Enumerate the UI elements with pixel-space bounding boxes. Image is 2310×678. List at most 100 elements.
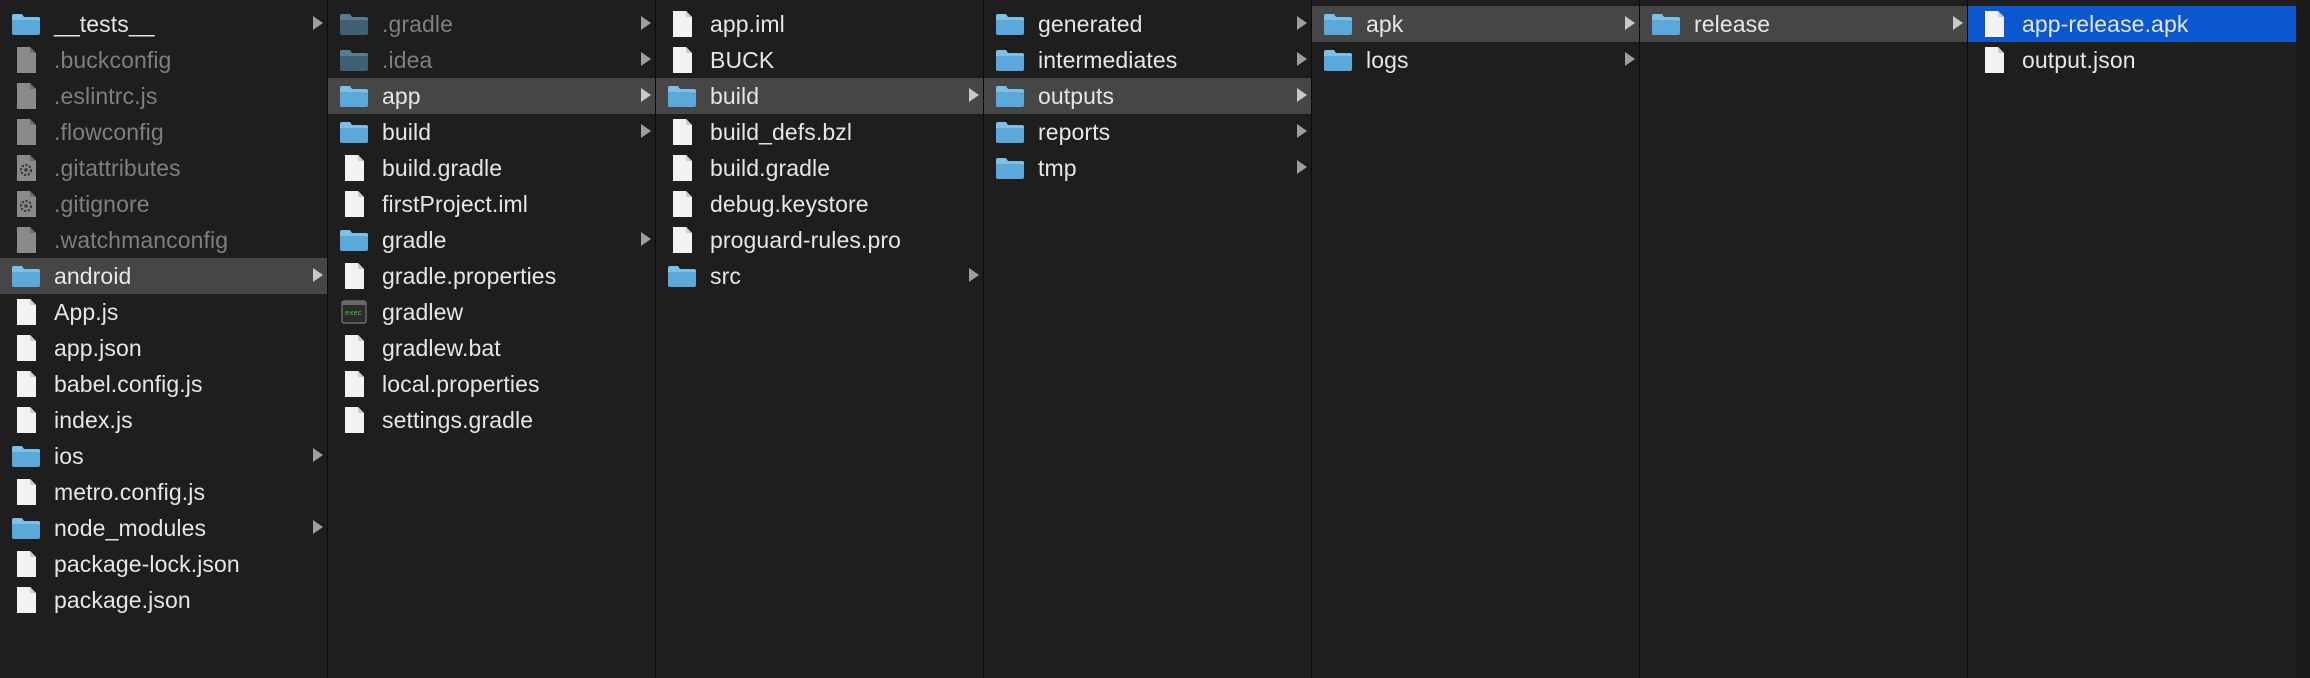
- file-row-app-iml[interactable]: app.iml: [656, 6, 983, 42]
- disclosure-arrow-icon: [313, 16, 323, 30]
- document-icon: [10, 584, 42, 616]
- browser-column-1[interactable]: __tests__ .buckconfig .eslintrc.js .flow…: [0, 0, 328, 678]
- folder-icon: [1650, 8, 1682, 40]
- browser-column-6[interactable]: release: [1640, 0, 1968, 678]
- folder-icon: [10, 440, 42, 472]
- disclosure-arrow-icon: [641, 232, 651, 246]
- file-row-proguard-rules-pro[interactable]: proguard-rules.pro: [656, 222, 983, 258]
- folder-row-ios[interactable]: ios: [0, 438, 327, 474]
- file-row-package-lock-json[interactable]: package-lock.json: [0, 546, 327, 582]
- file-row-index-js[interactable]: index.js: [0, 402, 327, 438]
- file-row-gradlew-bat[interactable]: gradlew.bat: [328, 330, 655, 366]
- file-row-app-js[interactable]: App.js: [0, 294, 327, 330]
- folder-row-gradle[interactable]: gradle: [328, 222, 655, 258]
- folder-row-intermediates[interactable]: intermediates: [984, 42, 1311, 78]
- document-icon: [338, 188, 370, 220]
- file-row-output-json[interactable]: output.json: [1968, 42, 2310, 78]
- file-row-gradlew[interactable]: exec gradlew: [328, 294, 655, 330]
- item-name: App.js: [54, 298, 119, 325]
- folder-icon: [338, 8, 370, 40]
- folder-icon: [1322, 8, 1354, 40]
- browser-column-7[interactable]: app-release.apk output.json: [1968, 0, 2310, 678]
- file-row-build-gradle[interactable]: build.gradle: [656, 150, 983, 186]
- folder-row-gradle[interactable]: .gradle: [328, 6, 655, 42]
- folder-row-src[interactable]: src: [656, 258, 983, 294]
- document-icon: [338, 260, 370, 292]
- item-name: .buckconfig: [54, 46, 172, 73]
- document-icon: [1978, 8, 2010, 40]
- item-name: build.gradle: [382, 154, 503, 181]
- file-row-buck[interactable]: BUCK: [656, 42, 983, 78]
- file-row-app-json[interactable]: app.json: [0, 330, 327, 366]
- folder-row-idea[interactable]: .idea: [328, 42, 655, 78]
- disclosure-arrow-icon: [1297, 52, 1307, 66]
- file-row-gradle-properties[interactable]: gradle.properties: [328, 258, 655, 294]
- browser-column-2[interactable]: .gradle .idea app build build.gradle fir…: [328, 0, 656, 678]
- disclosure-arrow-icon: [969, 88, 979, 102]
- disclosure-arrow-icon: [641, 16, 651, 30]
- folder-row-outputs[interactable]: outputs: [984, 78, 1311, 114]
- finder-column-browser: __tests__ .buckconfig .eslintrc.js .flow…: [0, 0, 2310, 678]
- browser-column-3[interactable]: app.iml BUCK build build_defs.bzl build.…: [656, 0, 984, 678]
- browser-column-4[interactable]: generated intermediates outputs reports …: [984, 0, 1312, 678]
- file-row-firstproject-iml[interactable]: firstProject.iml: [328, 186, 655, 222]
- folder-row-logs[interactable]: logs: [1312, 42, 1639, 78]
- file-row-gitignore[interactable]: .gitignore: [0, 186, 327, 222]
- file-row-buckconfig[interactable]: .buckconfig: [0, 42, 327, 78]
- document-icon: [10, 224, 42, 256]
- file-row-local-properties[interactable]: local.properties: [328, 366, 655, 402]
- item-name: metro.config.js: [54, 478, 206, 505]
- disclosure-arrow-icon: [1625, 52, 1635, 66]
- document-icon: [10, 80, 42, 112]
- document-icon: [10, 404, 42, 436]
- folder-icon: [994, 8, 1026, 40]
- item-name: src: [710, 262, 741, 289]
- item-name: output.json: [2022, 46, 2136, 73]
- folder-row-tmp[interactable]: tmp: [984, 150, 1311, 186]
- folder-row-app[interactable]: app: [328, 78, 655, 114]
- file-row-metro-config-js[interactable]: metro.config.js: [0, 474, 327, 510]
- file-row-babel-config-js[interactable]: babel.config.js: [0, 366, 327, 402]
- document-icon: [338, 332, 370, 364]
- file-row-build-gradle[interactable]: build.gradle: [328, 150, 655, 186]
- item-name: build: [382, 118, 432, 145]
- folder-row-build[interactable]: build: [656, 78, 983, 114]
- file-row-debug-keystore[interactable]: debug.keystore: [656, 186, 983, 222]
- folder-row-generated[interactable]: generated: [984, 6, 1311, 42]
- file-row-settings-gradle[interactable]: settings.gradle: [328, 402, 655, 438]
- gear-document-icon: [10, 188, 42, 220]
- folder-icon: [10, 260, 42, 292]
- folder-row-apk[interactable]: apk: [1312, 6, 1639, 42]
- file-row-flowconfig[interactable]: .flowconfig: [0, 114, 327, 150]
- folder-row-android[interactable]: android: [0, 258, 327, 294]
- disclosure-arrow-icon: [313, 448, 323, 462]
- item-name: .gitattributes: [54, 154, 181, 181]
- item-name: release: [1694, 10, 1771, 37]
- file-row-build-defs-bzl[interactable]: build_defs.bzl: [656, 114, 983, 150]
- folder-row-tests[interactable]: __tests__: [0, 6, 327, 42]
- file-row-watchmanconfig[interactable]: .watchmanconfig: [0, 222, 327, 258]
- file-row-package-json[interactable]: package.json: [0, 582, 327, 618]
- item-name: logs: [1366, 46, 1409, 73]
- item-name: app: [382, 82, 421, 109]
- document-icon: [666, 8, 698, 40]
- item-name: .watchmanconfig: [54, 226, 229, 253]
- disclosure-arrow-icon: [1625, 16, 1635, 30]
- folder-row-release[interactable]: release: [1640, 6, 1967, 42]
- disclosure-arrow-icon: [313, 268, 323, 282]
- file-row-app-release-apk[interactable]: app-release.apk: [1968, 6, 2310, 42]
- folder-icon: [10, 512, 42, 544]
- item-name: intermediates: [1038, 46, 1178, 73]
- item-name: ios: [54, 442, 84, 469]
- folder-row-reports[interactable]: reports: [984, 114, 1311, 150]
- file-row-eslintrc-js[interactable]: .eslintrc.js: [0, 78, 327, 114]
- browser-column-5[interactable]: apk logs: [1312, 0, 1640, 678]
- disclosure-arrow-icon: [1953, 16, 1963, 30]
- folder-row-build[interactable]: build: [328, 114, 655, 150]
- item-name: build.gradle: [710, 154, 831, 181]
- terminal-executable-icon: exec: [338, 296, 370, 328]
- file-row-gitattributes[interactable]: .gitattributes: [0, 150, 327, 186]
- folder-icon: [338, 116, 370, 148]
- folder-row-node-modules[interactable]: node_modules: [0, 510, 327, 546]
- item-name: build_defs.bzl: [710, 118, 853, 145]
